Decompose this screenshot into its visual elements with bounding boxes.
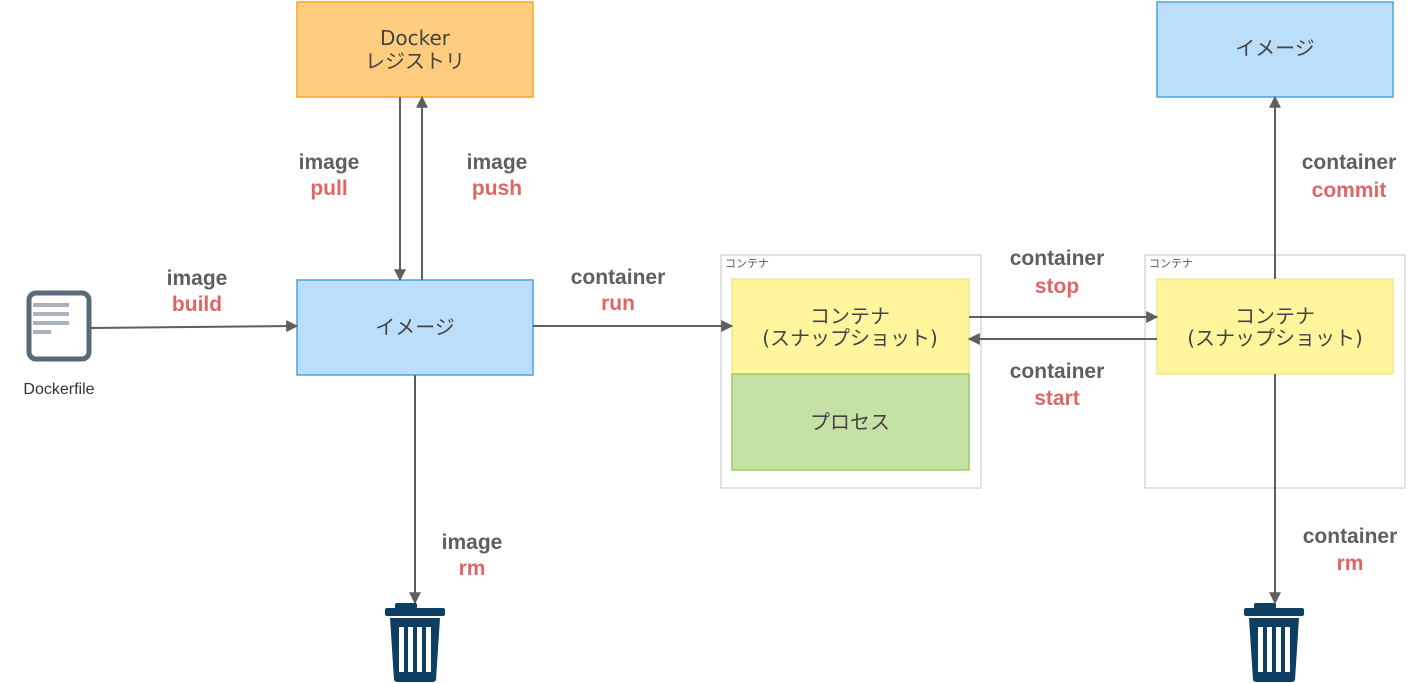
label-command: stop (1035, 275, 1079, 298)
label-container-rm: container rm (1303, 525, 1398, 575)
snapshot-running-title: コンテナ (810, 304, 890, 328)
label-container-commit: container commit (1302, 151, 1397, 202)
label-group: image (167, 267, 228, 290)
label-container-start: container start (1010, 360, 1105, 410)
snapshot-node-running[interactable]: コンテナ (スナップショット) (731, 278, 970, 375)
process-node[interactable]: プロセス (731, 373, 970, 471)
label-image-push: image push (467, 151, 528, 200)
label-group: container (1303, 525, 1398, 548)
dockerfile-label: Dockerfile (23, 381, 94, 398)
label-command: rm (459, 557, 486, 580)
label-container-stop: container stop (1010, 247, 1105, 298)
snapshot-node-stopped[interactable]: コンテナ (スナップショット) (1156, 278, 1394, 375)
trash-icon[interactable] (1244, 603, 1304, 682)
label-group: container (1302, 151, 1397, 174)
label-image-build: image build (167, 267, 228, 316)
trash-icon[interactable] (385, 603, 445, 682)
label-command: rm (1337, 552, 1364, 575)
label-group: image (442, 531, 503, 554)
label-command: pull (310, 177, 347, 200)
label-group: image (467, 151, 528, 174)
registry-subtitle: レジストリ (365, 49, 465, 73)
snapshot-running-subtitle: (スナップショット) (762, 326, 938, 350)
registry-node[interactable]: Docker レジストリ (296, 1, 534, 98)
label-group: container (1010, 360, 1105, 383)
image-node-label: イメージ (375, 315, 455, 339)
image-node[interactable]: イメージ (296, 279, 534, 376)
label-image-rm: image rm (442, 531, 503, 580)
label-command: push (472, 177, 522, 200)
label-command: commit (1312, 179, 1387, 202)
container-group-running-title: コンテナ (725, 257, 769, 270)
container-group-stopped-title: コンテナ (1149, 257, 1193, 270)
label-command: build (172, 293, 222, 316)
label-container-run: container run (571, 266, 666, 315)
committed-image-label: イメージ (1235, 36, 1315, 60)
label-group: container (1010, 247, 1105, 270)
snapshot-stopped-title: コンテナ (1235, 304, 1315, 328)
committed-image-node[interactable]: イメージ (1156, 1, 1394, 98)
label-command: start (1034, 387, 1080, 410)
label-command: run (601, 292, 635, 315)
snapshot-stopped-subtitle: (スナップショット) (1187, 326, 1363, 350)
document-icon[interactable] (26, 290, 92, 362)
label-group: image (299, 151, 360, 174)
label-group: container (571, 266, 666, 289)
process-node-label: プロセス (810, 410, 890, 434)
edge-build (88, 320, 299, 333)
registry-title: Docker (380, 26, 451, 50)
label-image-pull: image pull (299, 151, 360, 200)
docker-lifecycle-diagram: Docker レジストリ イメージ イメージ コンテナ コンテナ (スナップショ… (23, 1, 1406, 682)
